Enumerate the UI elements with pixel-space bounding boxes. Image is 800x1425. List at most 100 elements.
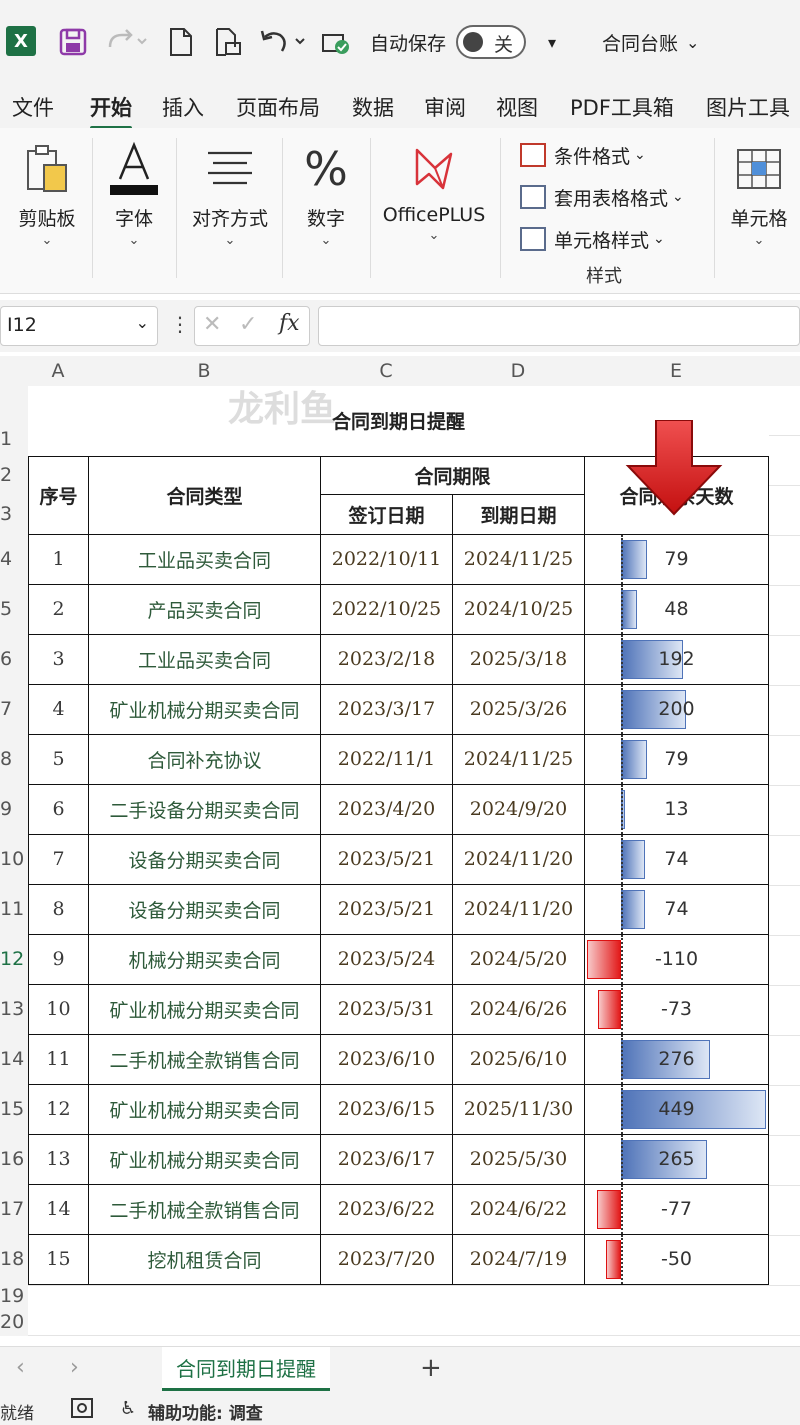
cell-no[interactable]: 8 (28, 883, 89, 935)
insert-function-icon[interactable]: fx (279, 311, 300, 336)
cell-sign-date[interactable]: 2023/5/21 (320, 883, 453, 935)
row-header-19[interactable]: 19 (0, 1284, 28, 1308)
cell-type[interactable]: 二手设备分期买卖合同 (88, 783, 321, 835)
cell-due-date[interactable]: 2024/11/20 (452, 883, 585, 935)
tab-page-layout[interactable]: 页面布局 (236, 92, 320, 122)
cell-due-date[interactable]: 2025/3/26 (452, 683, 585, 735)
cell-days[interactable]: -73 (584, 983, 769, 1035)
header-period[interactable]: 合同期限 (320, 455, 585, 495)
cell-days[interactable]: 276 (584, 1033, 769, 1085)
conditional-formatting-button[interactable]: 条件格式 ⌄ (520, 138, 646, 172)
accessibility-status[interactable]: 辅助功能: 调查 (148, 1399, 263, 1424)
cell-due-date[interactable]: 2024/6/26 (452, 983, 585, 1035)
cell-type[interactable]: 二手机械全款销售合同 (88, 1183, 321, 1235)
cell-no[interactable]: 13 (28, 1133, 89, 1185)
header-type[interactable]: 合同类型 (88, 455, 321, 535)
row-header-6[interactable]: 6 (0, 634, 28, 684)
cell-no[interactable]: 7 (28, 833, 89, 885)
cell-type[interactable]: 矿业机械分期买卖合同 (88, 983, 321, 1035)
cell-days[interactable]: 449 (584, 1083, 769, 1135)
cell-due-date[interactable]: 2025/5/30 (452, 1133, 585, 1185)
cell-no[interactable]: 14 (28, 1183, 89, 1235)
cell-type[interactable]: 合同补充协议 (88, 733, 321, 785)
cell-days[interactable]: -110 (584, 933, 769, 985)
row-header-5[interactable]: 5 (0, 584, 28, 634)
cell-no[interactable]: 2 (28, 583, 89, 635)
row-header-18[interactable]: 18 (0, 1234, 28, 1284)
cell-due-date[interactable]: 2024/11/25 (452, 533, 585, 585)
cell-due-date[interactable]: 2024/7/19 (452, 1233, 585, 1285)
cell-sign-date[interactable]: 2023/5/24 (320, 933, 453, 985)
cell-due-date[interactable]: 2024/10/25 (452, 583, 585, 635)
cell-due-date[interactable]: 2024/5/20 (452, 933, 585, 985)
cell-type[interactable]: 工业品买卖合同 (88, 533, 321, 585)
undo-icon[interactable] (258, 22, 310, 62)
new-file-icon[interactable] (168, 22, 194, 62)
cell-days[interactable]: 74 (584, 833, 769, 885)
cell-days[interactable]: 200 (584, 683, 769, 735)
more-icon[interactable]: ⋮ (170, 312, 190, 336)
sheet-tab-active[interactable]: 合同到期日提醒 (162, 1347, 330, 1391)
tab-pdf-tools[interactable]: PDF工具箱 (570, 92, 674, 122)
cell-type[interactable]: 挖机租赁合同 (88, 1233, 321, 1285)
cell-type[interactable]: 设备分期买卖合同 (88, 833, 321, 885)
prev-sheet-icon[interactable]: ‹ (16, 1355, 25, 1380)
row-header-9[interactable]: 9 (0, 784, 28, 834)
cell-styles-button[interactable]: 单元格样式 ⌄ (520, 222, 665, 256)
cell-type[interactable]: 矿业机械分期买卖合同 (88, 1083, 321, 1135)
redo-icon[interactable] (104, 22, 148, 62)
macro-record-icon[interactable] (70, 1397, 94, 1424)
cell-sign-date[interactable]: 2023/6/15 (320, 1083, 453, 1135)
save-icon[interactable] (58, 22, 88, 62)
cell-days[interactable]: 192 (584, 633, 769, 685)
header-due-date[interactable]: 到期日期 (452, 493, 585, 535)
cell-days[interactable]: 48 (584, 583, 769, 635)
next-sheet-icon[interactable]: › (70, 1355, 79, 1380)
row-header-16[interactable]: 16 (0, 1134, 28, 1184)
row-header-20[interactable]: 20 (0, 1308, 28, 1336)
cell-type[interactable]: 矿业机械分期买卖合同 (88, 683, 321, 735)
cell-type[interactable]: 工业品买卖合同 (88, 633, 321, 685)
cell-sign-date[interactable]: 2022/10/11 (320, 533, 453, 585)
tab-home[interactable]: 开始 (90, 92, 132, 130)
officeplus-button[interactable]: OfficePLUS ⌄ (378, 128, 490, 278)
row-header-7[interactable]: 7 (0, 684, 28, 734)
cell-type[interactable]: 机械分期买卖合同 (88, 933, 321, 985)
cell-no[interactable]: 4 (28, 683, 89, 735)
row-header-2[interactable]: 2 (0, 456, 28, 494)
accessibility-icon[interactable]: ♿ (120, 1398, 136, 1419)
cell-due-date[interactable]: 2024/6/22 (452, 1183, 585, 1235)
cell-due-date[interactable]: 2025/11/30 (452, 1083, 585, 1135)
row-header-4[interactable]: 4 (0, 534, 28, 584)
cancel-icon[interactable]: ✕ (203, 312, 221, 337)
cell-due-date[interactable]: 2024/9/20 (452, 783, 585, 835)
tab-data[interactable]: 数据 (352, 92, 394, 122)
cell-days[interactable]: -50 (584, 1233, 769, 1285)
row-header-13[interactable]: 13 (0, 984, 28, 1034)
tab-file[interactable]: 文件 (12, 92, 54, 122)
cell-no[interactable]: 10 (28, 983, 89, 1035)
autosave-toggle[interactable]: 关 (456, 25, 526, 59)
clipboard-button[interactable]: 剪贴板 ⌄ (8, 128, 86, 278)
cell-type[interactable]: 设备分期买卖合同 (88, 883, 321, 935)
column-header-a[interactable]: A (28, 356, 88, 386)
cell-no[interactable]: 1 (28, 533, 89, 585)
row-header-8[interactable]: 8 (0, 734, 28, 784)
cell-sign-date[interactable]: 2023/3/17 (320, 683, 453, 735)
customize-icon[interactable]: ▾ (548, 22, 556, 62)
formula-input[interactable] (318, 306, 800, 346)
add-sheet-icon[interactable]: + (420, 1353, 442, 1383)
print-preview-icon[interactable] (214, 22, 244, 62)
row-header-15[interactable]: 15 (0, 1084, 28, 1134)
cell-type[interactable]: 二手机械全款销售合同 (88, 1033, 321, 1085)
cell-no[interactable]: 11 (28, 1033, 89, 1085)
tab-insert[interactable]: 插入 (162, 92, 204, 122)
header-sign-date[interactable]: 签订日期 (320, 493, 453, 535)
cell-sign-date[interactable]: 2023/7/20 (320, 1233, 453, 1285)
cell-no[interactable]: 9 (28, 933, 89, 985)
cells-button[interactable]: 单元格 ⌄ (722, 128, 796, 278)
cell-type[interactable]: 产品买卖合同 (88, 583, 321, 635)
column-header-e[interactable]: E (584, 356, 768, 386)
cell-days[interactable]: 79 (584, 533, 769, 585)
row-header-12[interactable]: 12 (0, 934, 28, 984)
